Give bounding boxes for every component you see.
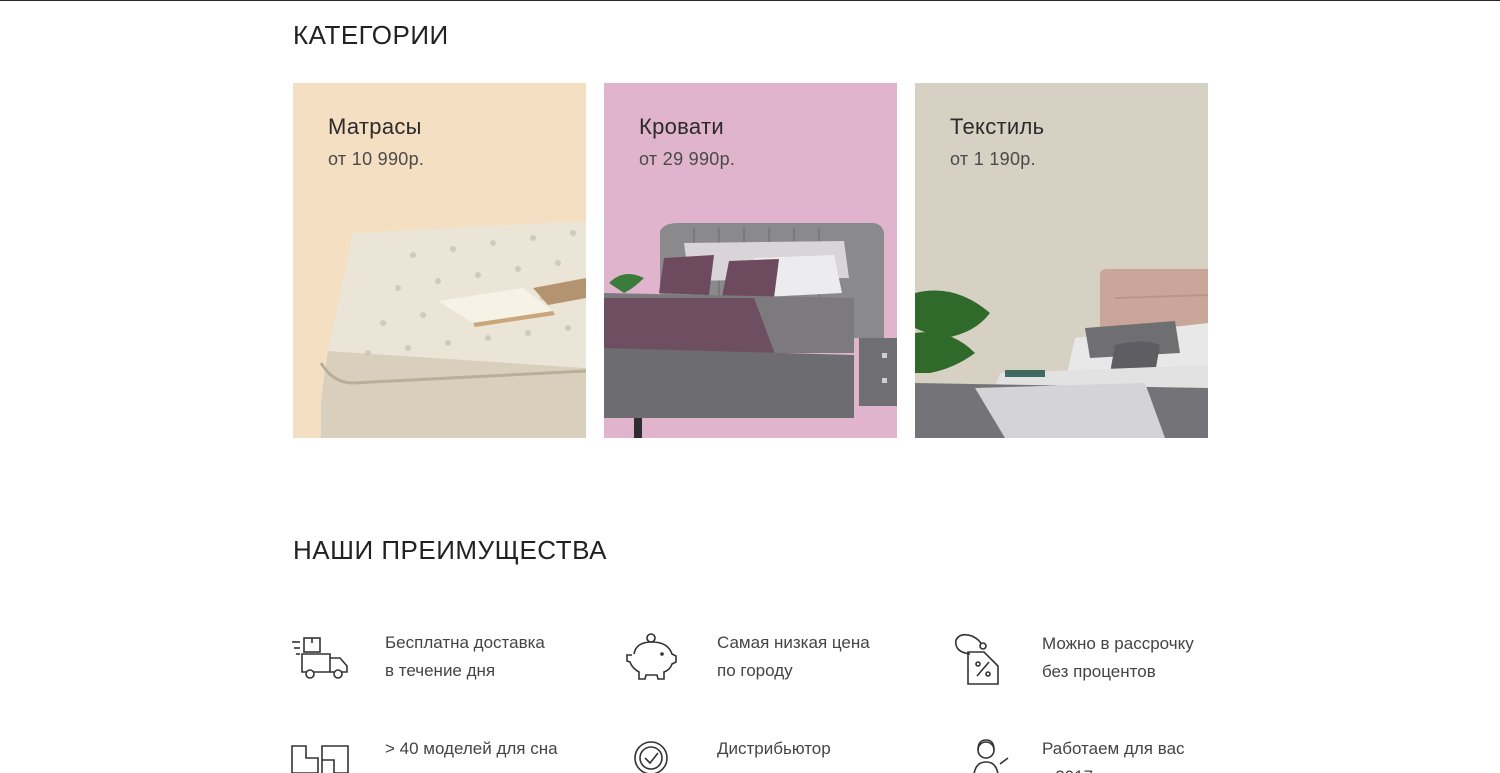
advantage-line2: товаров для сна: [717, 763, 846, 773]
advantage-line1: Работаем для вас: [1042, 739, 1185, 758]
category-card-mattresses[interactable]: Матрасы от 10 990р.: [293, 83, 586, 438]
advantage-line2: с 2017: [1042, 763, 1185, 773]
advantage-installment: Можно в рассрочку без процентов: [952, 632, 1252, 692]
category-title: Матрасы: [328, 114, 422, 139]
piggy-bank-icon: [626, 633, 677, 680]
category-title: Кровати: [639, 114, 724, 139]
category-card-beds[interactable]: Кровати от 29 990р.: [604, 83, 897, 438]
category-price: от 10 990р.: [328, 149, 425, 169]
advantage-since: Работаем для вас с 2017: [952, 738, 1252, 773]
beds-icon: [291, 745, 349, 773]
certified-badge-icon: [634, 741, 668, 773]
advantage-line1: Самая низкая цена: [717, 633, 870, 652]
category-price: от 29 990р.: [639, 149, 736, 169]
categories-heading: КАТЕГОРИИ: [293, 20, 449, 50]
advantage-line1: Можно в рассрочку: [1042, 634, 1194, 653]
price-tag-icon: [954, 633, 999, 685]
category-card-textile[interactable]: Текстиль от 1 190р.: [915, 83, 1208, 438]
advantage-line2: без процентов: [1042, 662, 1156, 681]
consultant-icon: [973, 739, 1009, 773]
advantage-line1: > 40 моделей для сна: [385, 739, 558, 758]
advantages-heading: НАШИ ПРЕИМУЩЕСТВА: [293, 535, 607, 565]
advantage-free-delivery: Бесплатна доставка в течение дня: [290, 632, 590, 692]
category-price: от 1 190р.: [950, 149, 1036, 169]
advantage-models: > 40 моделей для сна в наличии: [290, 738, 590, 773]
advantage-line2: в течение дня: [385, 661, 496, 680]
advantage-lowest-price: Самая низкая цена по городу: [624, 632, 924, 692]
advantage-line1: Дистрибьютор: [717, 739, 831, 758]
top-divider: [0, 0, 1500, 1]
delivery-truck-icon: [292, 637, 348, 679]
advantage-line2: в наличии: [385, 763, 558, 773]
category-title: Текстиль: [950, 114, 1045, 139]
advantage-line2: по городу: [717, 661, 793, 680]
advantage-line1: Бесплатна доставка: [385, 633, 545, 652]
advantage-distributor: Дистрибьютор товаров для сна: [624, 738, 924, 773]
